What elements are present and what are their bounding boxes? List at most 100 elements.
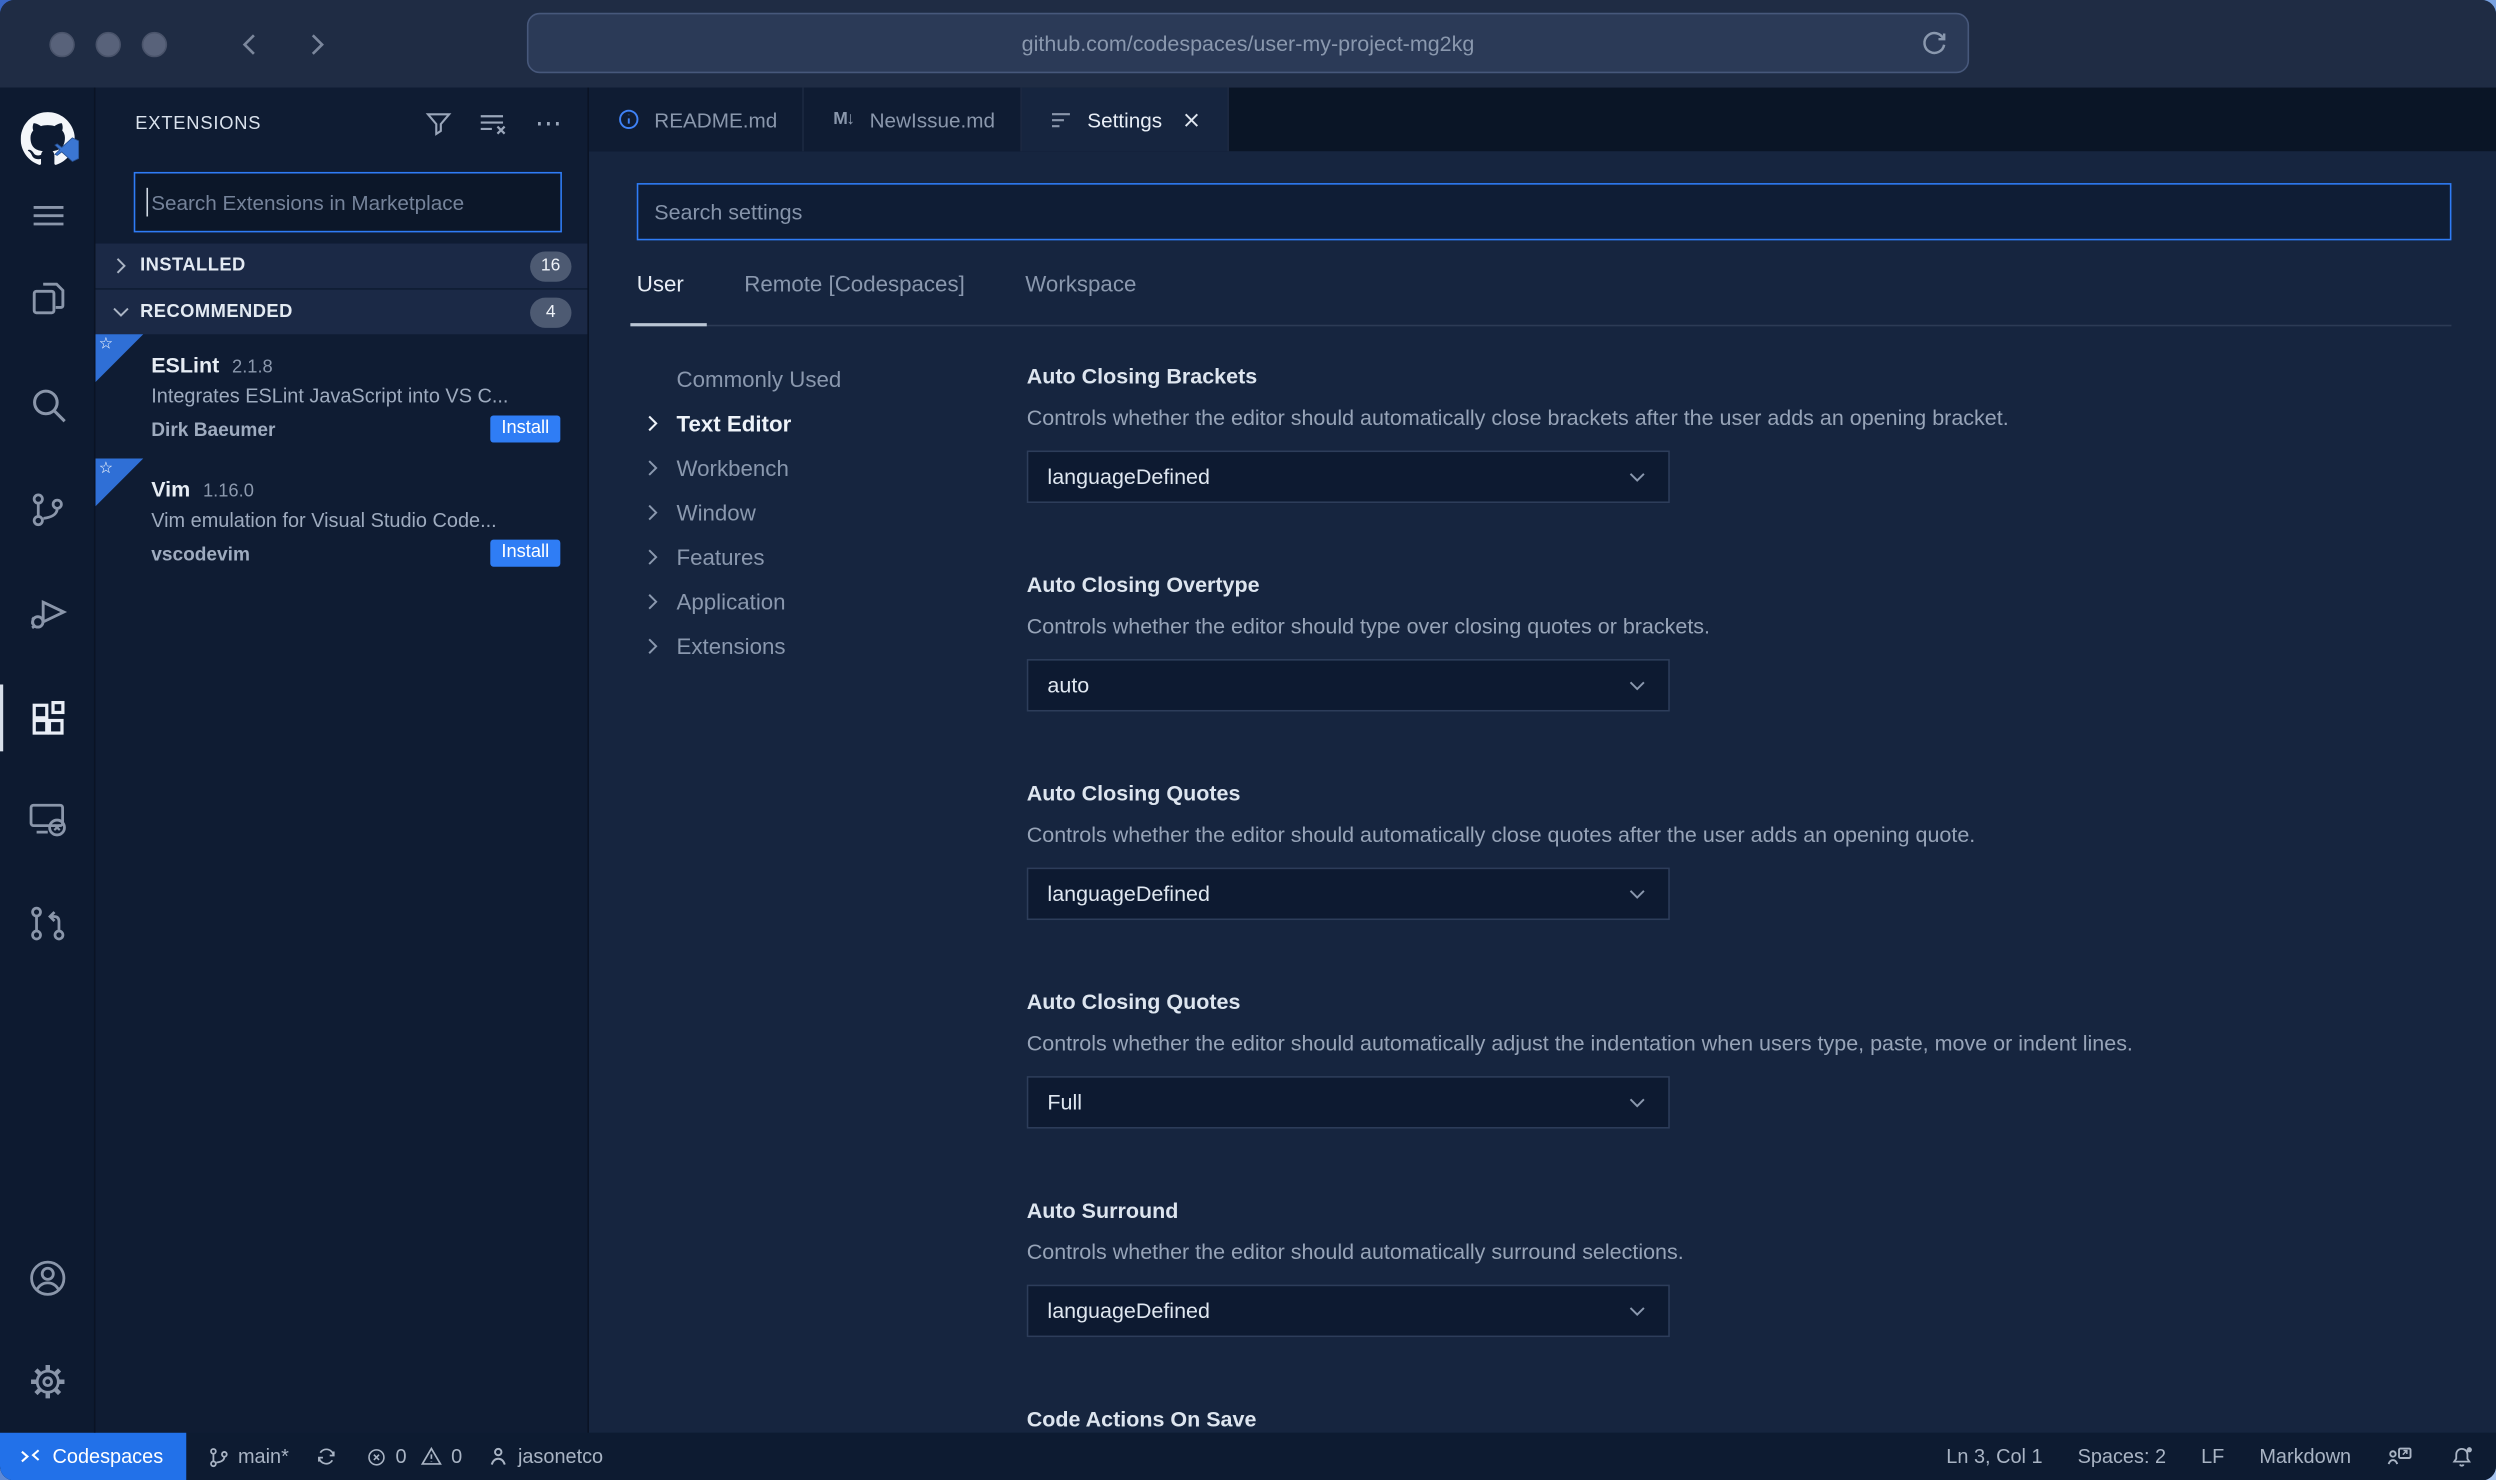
account-button[interactable] — [0, 1242, 96, 1315]
extensions-search — [133, 171, 562, 233]
setting-select-auto-closing-quotes[interactable]: languageDefined — [1026, 867, 1670, 921]
sync-button[interactable] — [314, 1444, 339, 1469]
close-window-button[interactable] — [49, 31, 75, 57]
tab-readme[interactable]: README.md — [588, 87, 805, 152]
remote-icon — [21, 1449, 40, 1463]
tab-label: Settings — [1087, 107, 1163, 132]
install-button[interactable]: Install — [490, 539, 561, 567]
setting-select-auto-closing-brackets[interactable]: languageDefined — [1026, 450, 1670, 504]
extension-version: 2.1.8 — [232, 358, 273, 378]
extension-name: Vim — [151, 477, 191, 502]
clear-extensions-search-button[interactable] — [478, 107, 510, 139]
setting-description: Controls whether the editor should type … — [1026, 614, 1711, 639]
remote-label: Codespaces — [52, 1445, 164, 1468]
cursor-position[interactable]: Ln 3, Col 1 — [1946, 1445, 2042, 1467]
extensions-icon — [31, 700, 64, 734]
refresh-icon[interactable] — [1917, 25, 1952, 65]
extensions-search-input[interactable] — [133, 171, 562, 233]
clear-list-icon — [480, 114, 506, 134]
pull-request-icon — [31, 906, 65, 941]
extension-list-item-eslint[interactable]: ☆ ESLint 2.1.8 Integrates ESLint JavaScr… — [95, 334, 588, 458]
zoom-window-button[interactable] — [141, 31, 168, 57]
installed-count-badge: 16 — [529, 250, 572, 281]
tab-settings[interactable]: Settings — [1022, 87, 1229, 152]
extension-publisher: Dirk Baeumer — [151, 417, 276, 441]
debug-icon — [30, 599, 67, 629]
setting-select-auto-indent[interactable]: Full — [1026, 1076, 1670, 1129]
branch-icon — [209, 1447, 227, 1467]
url-text: github.com/codespaces/user-my-project-mg… — [1021, 31, 1475, 55]
toc-item-window[interactable]: Window — [640, 490, 979, 535]
chevron-right-icon — [640, 411, 665, 436]
setting-auto-indent: Auto Closing Quotes Controls whether the… — [1026, 990, 2433, 1129]
chevron-right-icon — [640, 634, 665, 659]
indentation-indicator[interactable]: Spaces: 2 — [2078, 1445, 2166, 1467]
setting-title: Auto Closing Quotes — [1026, 781, 1241, 806]
toc-item-workbench[interactable]: Workbench — [640, 446, 979, 491]
remote-indicator[interactable]: Codespaces — [0, 1432, 186, 1480]
editor-area: README.md M↓ NewIssue.md Settings Search… — [588, 87, 2496, 1433]
scope-tab-workspace[interactable]: Workspace — [1025, 240, 1136, 324]
settings-gear-button[interactable] — [0, 1345, 96, 1418]
extensions-panel: EXTENSIONS ⋯ INSTAL — [95, 87, 589, 1433]
menu-button[interactable] — [0, 178, 96, 251]
eol-indicator[interactable]: LF — [2201, 1445, 2224, 1467]
close-tab-icon[interactable] — [1181, 109, 1202, 130]
source-control-icon — [32, 493, 63, 527]
extension-list-item-vim[interactable]: ☆ Vim 1.16.0 Vim emulation for Visual St… — [95, 458, 588, 582]
toc-item-application[interactable]: Application — [640, 579, 979, 624]
address-bar[interactable]: github.com/codespaces/user-my-project-mg… — [526, 12, 1970, 74]
back-button[interactable] — [231, 25, 269, 63]
scope-tab-user[interactable]: User — [630, 240, 706, 327]
toc-item-features[interactable]: Features — [640, 535, 979, 580]
section-installed[interactable]: INSTALLED 16 — [95, 243, 588, 289]
gear-icon — [31, 1365, 65, 1399]
warning-icon — [421, 1446, 443, 1465]
chevron-right-icon — [640, 455, 665, 480]
settings-toc: Commonly Used Text Editor Workbench Wind… — [589, 326, 979, 1432]
setting-description: Controls whether the editor should autom… — [1026, 1031, 2133, 1056]
browser-window: github.com/codespaces/user-my-project-mg… — [0, 0, 2496, 1480]
problems-indicator[interactable]: 0 0 — [365, 1444, 462, 1469]
setting-select-auto-surround[interactable]: languageDefined — [1026, 1284, 1670, 1338]
sidebar-item-run-debug[interactable] — [0, 575, 96, 648]
sidebar-item-remote-explorer[interactable] — [0, 782, 96, 855]
minimize-window-button[interactable] — [95, 31, 121, 57]
recommended-count-badge: 4 — [530, 296, 572, 328]
language-mode[interactable]: Markdown — [2259, 1445, 2351, 1467]
scope-tab-remote[interactable]: Remote [Codespaces] — [744, 240, 965, 324]
extension-name: ESLint — [151, 353, 220, 378]
chevron-down-icon — [1625, 882, 1649, 906]
tab-newissue[interactable]: M↓ NewIssue.md — [804, 87, 1023, 152]
sidebar-item-search[interactable] — [0, 368, 96, 441]
toc-item-extensions[interactable]: Extensions — [640, 624, 979, 669]
toc-item-text-editor[interactable]: Text Editor — [640, 401, 979, 446]
setting-code-actions-on-save: Code Actions On Save — [1027, 1407, 2433, 1432]
settings-list: Auto Closing Brackets Controls whether t… — [979, 326, 2496, 1432]
settings-search-input[interactable] — [636, 183, 2452, 241]
feedback-button[interactable] — [2386, 1443, 2413, 1470]
more-actions-button[interactable]: ⋯ — [533, 107, 565, 139]
forward-button[interactable] — [298, 25, 336, 63]
sidebar-item-source-control[interactable] — [0, 473, 96, 546]
setting-title: Code Actions On Save — [1026, 1407, 1257, 1432]
toc-item-commonly-used[interactable]: Commonly Used — [640, 357, 979, 402]
settings-list-icon — [1048, 106, 1075, 133]
section-label: RECOMMENDED — [140, 302, 293, 322]
sidebar-item-extensions[interactable] — [0, 681, 96, 754]
install-button[interactable]: Install — [490, 415, 561, 443]
chevron-right-icon — [108, 253, 133, 278]
setting-select-auto-closing-overtype[interactable]: auto — [1026, 659, 1670, 712]
sidebar-item-explorer[interactable] — [0, 261, 96, 334]
sidebar-item-pull-requests[interactable] — [0, 887, 96, 960]
filter-extensions-button[interactable] — [422, 107, 454, 139]
extension-description: Vim emulation for Visual Studio Code... — [151, 509, 497, 532]
section-recommended[interactable]: RECOMMENDED 4 — [95, 289, 588, 335]
notifications-button[interactable] — [2448, 1443, 2475, 1470]
setting-title: Auto Surround — [1026, 1198, 1179, 1223]
branch-indicator[interactable]: main* — [206, 1445, 289, 1469]
chevron-down-icon — [108, 299, 133, 324]
info-icon — [614, 106, 641, 133]
explorer-icon — [31, 281, 64, 314]
github-user-indicator[interactable]: jasonetco — [488, 1445, 603, 1468]
